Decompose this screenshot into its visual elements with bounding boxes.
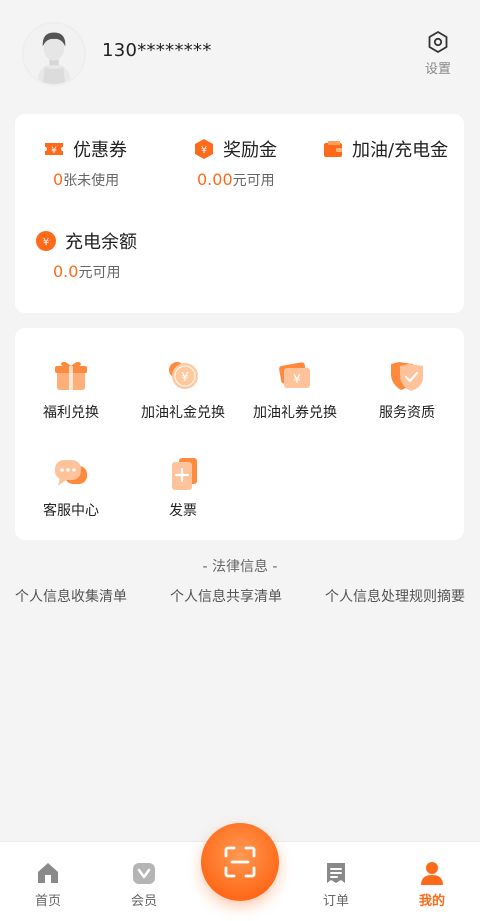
hex-coin-icon: ¥ xyxy=(195,139,213,159)
legal-links: 个人信息收集清单 个人信息共享清单 个人信息处理规则摘要 xyxy=(0,586,480,606)
svg-text:¥: ¥ xyxy=(201,145,207,156)
scan-icon xyxy=(224,846,256,878)
asset-charge-balance[interactable]: ¥ 充电余额 0.0元可用 xyxy=(35,228,137,282)
settings-label: 设置 xyxy=(424,62,451,77)
asset-reward[interactable]: ¥ 奖励金 0.00元可用 xyxy=(193,136,277,190)
service-welfare-exchange[interactable]: 福利兑换 xyxy=(15,358,127,422)
asset-fuel-charge[interactable]: 加油/充电金 xyxy=(322,136,448,162)
asset-unit: 元可用 xyxy=(78,265,121,281)
service-label: 福利兑换 xyxy=(43,405,99,421)
svg-text:¥: ¥ xyxy=(43,237,49,248)
nav-orders[interactable]: 订单 xyxy=(306,860,366,909)
user-avatar-icon xyxy=(24,24,84,84)
service-fuel-voucher-exchange[interactable]: ¥ 加油礼券兑换 xyxy=(239,358,351,422)
nav-label: 会员 xyxy=(130,894,157,909)
asset-unit: 张未使用 xyxy=(63,173,120,189)
asset-value: 0.0 xyxy=(53,262,79,281)
service-invoice[interactable]: 发票 xyxy=(127,456,239,520)
asset-title: 奖励金 xyxy=(223,140,277,161)
svg-text:¥: ¥ xyxy=(293,372,301,386)
member-icon xyxy=(133,863,155,884)
ticket-icon: ¥ xyxy=(45,143,63,156)
legal-title: - 法律信息 - xyxy=(202,559,278,575)
nav-member[interactable]: 会员 xyxy=(114,860,174,909)
service-label: 加油礼券兑换 xyxy=(253,405,337,421)
nav-profile[interactable]: 我的 xyxy=(402,860,462,909)
asset-value: 0 xyxy=(53,170,64,189)
settings-button[interactable]: 设置 xyxy=(418,30,458,77)
nav-home[interactable]: 首页 xyxy=(18,860,78,909)
gift-icon xyxy=(55,361,87,390)
chat-bubble-icon xyxy=(55,460,87,486)
wallet-icon xyxy=(324,141,342,157)
asset-unit: 元可用 xyxy=(232,173,275,189)
svg-text:¥: ¥ xyxy=(51,146,57,156)
service-label: 发票 xyxy=(169,503,197,519)
profile-header: 130******** 设置 xyxy=(0,0,480,100)
nav-label: 我的 xyxy=(418,894,445,909)
service-label: 客服中心 xyxy=(43,503,99,519)
service-customer-center[interactable]: 客服中心 xyxy=(15,456,127,520)
scan-button[interactable] xyxy=(201,823,279,901)
asset-title: 充电余额 xyxy=(65,232,137,253)
service-qualification[interactable]: 服务资质 xyxy=(351,358,463,422)
legal-link-rules-summary[interactable]: 个人信息处理规则摘要 xyxy=(325,586,465,606)
asset-coupon[interactable]: ¥ 优惠券 0张未使用 xyxy=(43,136,127,190)
service-label: 服务资质 xyxy=(379,405,435,421)
settings-hex-icon xyxy=(428,31,448,53)
coin-exchange-icon: ¥ xyxy=(169,362,198,389)
phone-number: 130******** xyxy=(102,40,212,61)
nav-label: 订单 xyxy=(322,894,349,909)
shield-check-icon xyxy=(391,362,423,391)
asset-title: 加油/充电金 xyxy=(352,140,449,161)
asset-title: 优惠券 xyxy=(73,140,127,161)
invoice-icon xyxy=(172,458,197,490)
service-label: 加油礼金兑换 xyxy=(141,405,225,421)
avatar[interactable] xyxy=(22,22,86,86)
legal-link-sharing-list[interactable]: 个人信息共享清单 xyxy=(170,586,282,606)
home-icon xyxy=(38,863,58,883)
voucher-exchange-icon: ¥ xyxy=(279,362,310,388)
asset-value: 0.00 xyxy=(197,170,233,189)
coin-icon: ¥ xyxy=(36,231,56,251)
nav-label: 首页 xyxy=(34,894,61,909)
legal-link-collection-list[interactable]: 个人信息收集清单 xyxy=(15,586,127,606)
order-icon xyxy=(327,863,345,883)
assets-card: ¥ 优惠券 0张未使用 ¥ 奖励金 0.00元可用 加油/充电金 ¥ 充电余额 … xyxy=(15,114,464,313)
services-card: 福利兑换 ¥ 加油礼金兑换 ¥ 加油礼券兑换 服务资质 客服中心 发票 xyxy=(15,328,464,540)
service-fuel-cash-exchange[interactable]: ¥ 加油礼金兑换 xyxy=(127,358,239,422)
profile-icon xyxy=(421,862,443,885)
svg-text:¥: ¥ xyxy=(181,370,189,384)
